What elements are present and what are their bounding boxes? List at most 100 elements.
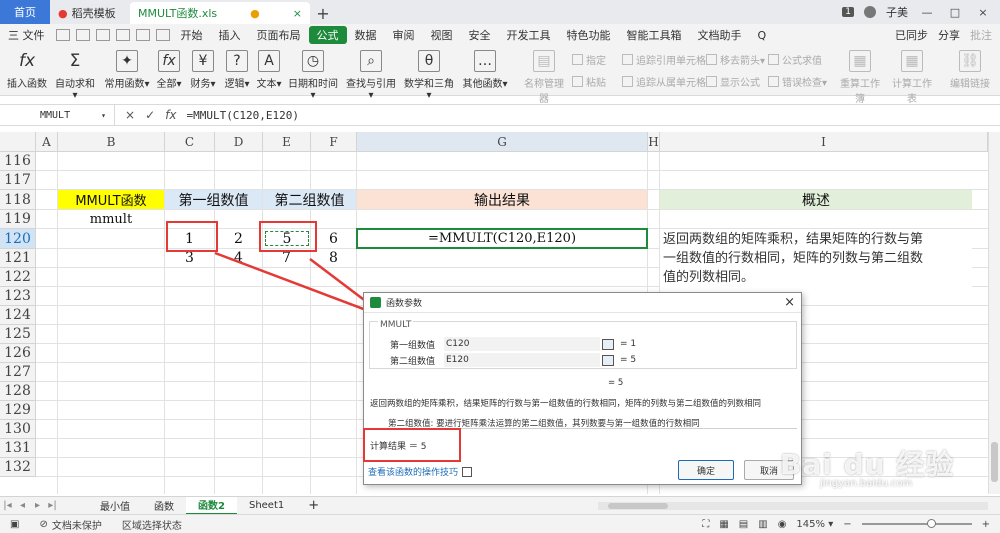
row-header-129[interactable]: 129 bbox=[0, 401, 36, 420]
date-time-button[interactable]: ◷ 日期和时间▾ bbox=[286, 50, 340, 101]
cell-d121[interactable]: 4 bbox=[215, 249, 262, 267]
dialog-title-bar[interactable]: 函数参数 × bbox=[364, 293, 801, 313]
trace-dependents-button[interactable]: 追踪从属单元格 bbox=[622, 74, 706, 89]
recalc-workbook-button[interactable]: ▦ 重算工作簿 bbox=[836, 50, 884, 105]
row-header-119[interactable]: 119 bbox=[0, 210, 36, 229]
first-sheet-icon[interactable]: |◂ bbox=[0, 500, 15, 511]
row-header-127[interactable]: 127 bbox=[0, 363, 36, 382]
last-sheet-icon[interactable]: ▸| bbox=[45, 500, 60, 511]
cell-cd118[interactable]: 第一组数值 bbox=[165, 190, 262, 209]
name-manager-button[interactable]: ▤ 名称管理器 bbox=[520, 50, 568, 105]
cell-g118[interactable]: 输出结果 bbox=[357, 190, 647, 209]
menu-security[interactable]: 安全 bbox=[461, 24, 499, 46]
cell-b119[interactable]: mmult bbox=[58, 210, 164, 228]
other-functions-button[interactable]: … 其他函数▾ bbox=[460, 50, 510, 90]
calc-sheet-button[interactable]: ▦ 计算工作表 bbox=[888, 50, 936, 105]
cell-i120[interactable]: 返回两数组的矩阵乘积，结果矩阵的行数与第 一组数值的行数相同，矩阵的列数与第二组… bbox=[660, 230, 972, 288]
share-button[interactable]: 分享 bbox=[938, 27, 960, 43]
math-trig-button[interactable]: θ 数学和三角▾ bbox=[402, 50, 456, 101]
cell-f121[interactable]: 8 bbox=[311, 249, 356, 267]
sheet-tab-min[interactable]: 最小值 bbox=[88, 497, 142, 515]
autosum-button[interactable]: Σ 自动求和▾ bbox=[54, 50, 96, 101]
column-header-g[interactable]: G bbox=[357, 132, 648, 152]
cell-g120[interactable]: =MMULT(C120,E120) bbox=[356, 228, 648, 249]
menu-developer[interactable]: 开发工具 bbox=[499, 24, 559, 46]
row-header-131[interactable]: 131 bbox=[0, 439, 36, 458]
name-box[interactable]: MMULT ▾ bbox=[0, 105, 115, 125]
tab-current-file[interactable]: MMULT函数.xls ● × bbox=[130, 2, 310, 24]
save-icon[interactable] bbox=[55, 29, 70, 41]
insert-function-button[interactable]: fx 插入函数 bbox=[6, 50, 48, 90]
user-name[interactable]: 子美 bbox=[886, 4, 908, 20]
row-header-120[interactable]: 120 bbox=[0, 229, 36, 249]
menu-view[interactable]: 视图 bbox=[423, 24, 461, 46]
row-header-130[interactable]: 130 bbox=[0, 420, 36, 439]
remove-arrows-button[interactable]: 移去箭头▾ bbox=[706, 52, 765, 67]
search-icon[interactable]: Q bbox=[750, 24, 775, 46]
eye-protect-icon[interactable]: ◉ bbox=[778, 519, 787, 530]
maximize-button[interactable]: □ bbox=[946, 6, 964, 19]
close-window-button[interactable]: × bbox=[974, 6, 992, 19]
column-header-e[interactable]: E bbox=[263, 132, 311, 152]
range-picker-icon[interactable] bbox=[602, 338, 614, 350]
sync-status[interactable]: 已同步 bbox=[895, 27, 928, 43]
row-header-121[interactable]: 121 bbox=[0, 249, 36, 268]
row-header-128[interactable]: 128 bbox=[0, 382, 36, 401]
print-icon[interactable] bbox=[95, 29, 110, 41]
column-header-i[interactable]: I bbox=[660, 132, 988, 152]
show-formulas-button[interactable]: 显示公式 bbox=[706, 74, 760, 89]
normal-view-icon[interactable]: ▦ bbox=[719, 519, 728, 530]
new-tab-button[interactable]: + bbox=[310, 2, 336, 24]
row-header-118[interactable]: 118 bbox=[0, 190, 36, 210]
next-sheet-icon[interactable]: ▸ bbox=[30, 500, 45, 511]
menu-file[interactable]: 三 文件 bbox=[0, 24, 53, 46]
comment-button[interactable]: 批注 bbox=[970, 27, 992, 43]
sheet-tab-sheet1[interactable]: Sheet1 bbox=[237, 497, 296, 515]
error-check-button[interactable]: 错误检查▾ bbox=[768, 74, 827, 89]
menu-smart-tools[interactable]: 智能工具箱 bbox=[619, 24, 690, 46]
row-header-123[interactable]: 123 bbox=[0, 287, 36, 306]
cell-ef118[interactable]: 第二组数值 bbox=[263, 190, 356, 209]
add-sheet-button[interactable]: + bbox=[296, 497, 331, 515]
row-header-125[interactable]: 125 bbox=[0, 325, 36, 344]
page-break-icon[interactable]: ▥ bbox=[758, 519, 767, 530]
row-header-126[interactable]: 126 bbox=[0, 344, 36, 363]
horizontal-scrollbar[interactable] bbox=[598, 501, 988, 510]
menu-insert[interactable]: 插入 bbox=[211, 24, 249, 46]
fullscreen-icon[interactable]: ⛶ bbox=[702, 519, 709, 530]
column-header-d[interactable]: D bbox=[215, 132, 263, 152]
row-header-132[interactable]: 132 bbox=[0, 458, 36, 477]
menu-home[interactable]: 开始 bbox=[173, 24, 211, 46]
redo-icon[interactable] bbox=[155, 29, 170, 41]
all-functions-button[interactable]: fx 全部▾ bbox=[154, 50, 184, 90]
column-header-b[interactable]: B bbox=[58, 132, 165, 152]
macro-icon[interactable]: ▣ bbox=[0, 519, 29, 530]
arg1-input[interactable]: C120 bbox=[444, 337, 600, 351]
zoom-out-button[interactable]: − bbox=[843, 519, 851, 530]
preview-icon[interactable] bbox=[115, 29, 130, 41]
column-header-f[interactable]: F bbox=[311, 132, 357, 152]
paste-name-button[interactable]: 粘贴 bbox=[572, 74, 606, 89]
page-layout-icon[interactable]: ▤ bbox=[739, 519, 748, 530]
edit-links-button[interactable]: ⛓ 编辑链接 bbox=[946, 50, 994, 90]
function-help-link[interactable]: 查看该函数的操作技巧 bbox=[368, 465, 473, 478]
select-all-corner[interactable] bbox=[0, 132, 36, 152]
scrollbar-thumb[interactable] bbox=[608, 502, 668, 509]
menu-review[interactable]: 审阅 bbox=[385, 24, 423, 46]
row-header-116[interactable]: 116 bbox=[0, 152, 36, 171]
open-icon[interactable] bbox=[75, 29, 90, 41]
scrollbar-thumb[interactable] bbox=[991, 442, 998, 482]
cell-f120[interactable]: 6 bbox=[311, 229, 356, 248]
financial-button[interactable]: ¥ 财务▾ bbox=[188, 50, 218, 90]
logical-button[interactable]: ? 逻辑▾ bbox=[222, 50, 252, 90]
menu-doc-assistant[interactable]: 文档助手 bbox=[690, 24, 750, 46]
text-button[interactable]: A 文本▾ bbox=[254, 50, 284, 90]
cell-b118[interactable]: MMULT函数 bbox=[58, 190, 164, 209]
column-header-c[interactable]: C bbox=[165, 132, 215, 152]
lookup-reference-button[interactable]: ⌕ 查找与引用▾ bbox=[344, 50, 398, 101]
cell-d120[interactable]: 2 bbox=[215, 229, 262, 248]
zoom-slider-knob[interactable] bbox=[926, 519, 936, 528]
common-functions-button[interactable]: ✦ 常用函数▾ bbox=[104, 50, 150, 90]
menu-formulas[interactable]: 公式 bbox=[308, 26, 347, 44]
fx-icon[interactable]: fx bbox=[165, 108, 176, 122]
